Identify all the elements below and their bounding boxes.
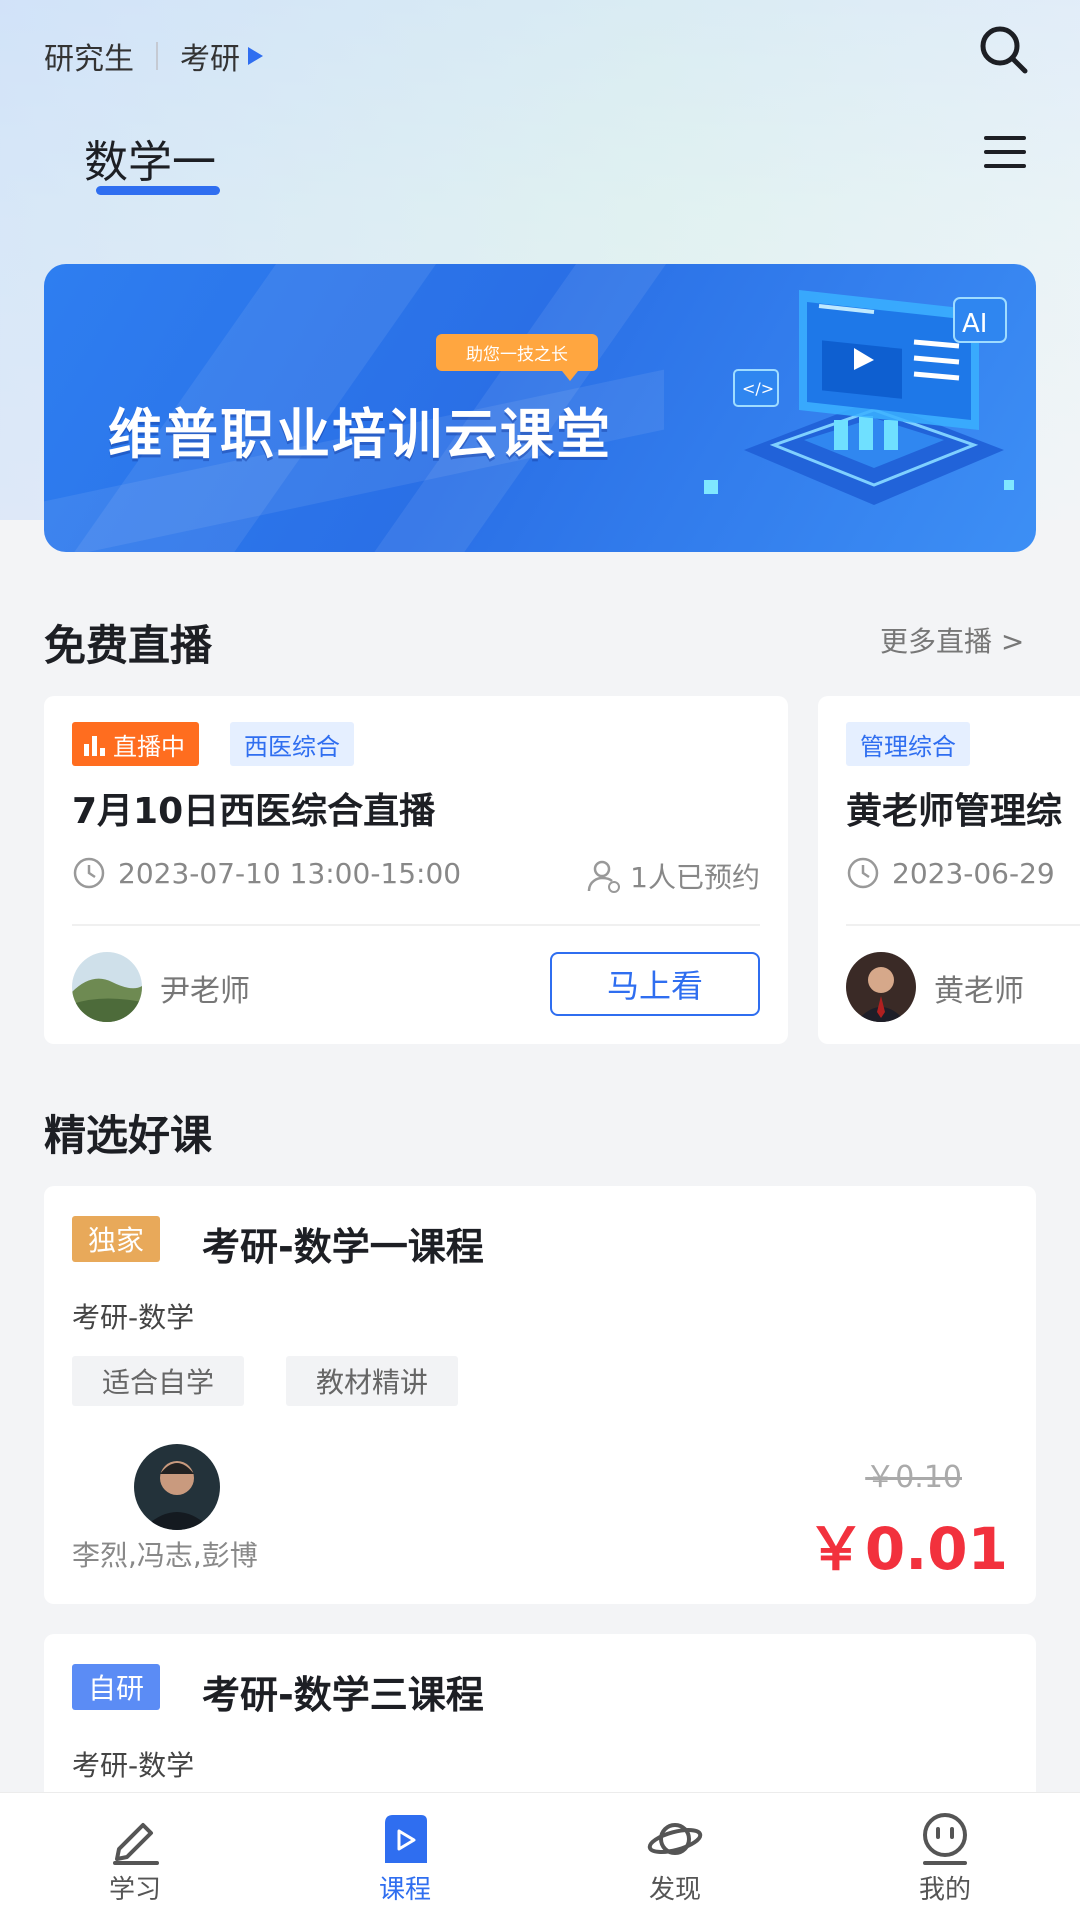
- tab-mine[interactable]: 我的: [810, 1793, 1080, 1920]
- course-title: 考研-数学三课程: [202, 1673, 484, 1717]
- smiley-icon: [923, 1813, 967, 1865]
- planet-icon: [647, 1823, 703, 1855]
- menu-icon[interactable]: [984, 136, 1026, 170]
- card-divider: [72, 924, 760, 926]
- live-time: 2023-07-10 13:00-15:00: [72, 856, 461, 890]
- live-bars-icon: [84, 732, 105, 756]
- pen-icon: [113, 1823, 159, 1865]
- search-icon[interactable]: [976, 22, 1032, 78]
- live-section-title: 免费直播: [44, 621, 213, 670]
- clock-icon: [847, 857, 879, 889]
- subject-tab[interactable]: 数学一: [84, 126, 216, 190]
- svg-text:</>: </>: [742, 379, 774, 398]
- teacher-avatar: [72, 952, 142, 1022]
- teacher-avatar: [134, 1444, 220, 1530]
- subject-tab-indicator: [96, 186, 220, 195]
- crumb-divider: [156, 42, 158, 70]
- courses-section-title: 精选好课: [44, 1111, 213, 1160]
- course-subtitle: 考研-数学: [72, 1749, 195, 1782]
- reservation-count: 1人已预约: [586, 856, 760, 896]
- teacher-name: 尹老师: [160, 974, 250, 1009]
- tab-discover[interactable]: 发现: [540, 1793, 810, 1920]
- play-triangle-icon[interactable]: [248, 47, 263, 65]
- current-price: ￥0.01: [806, 1515, 1008, 1583]
- teacher-avatar: [846, 952, 916, 1022]
- breadcrumb: 研究生 考研: [44, 34, 263, 78]
- crumb-kaoyan[interactable]: 考研: [180, 34, 240, 78]
- live-title: 黄老师管理综: [846, 791, 1063, 832]
- self-developed-badge: 自研: [72, 1664, 161, 1710]
- banner-title: 维普职业培训云课堂: [108, 403, 612, 466]
- more-live-link[interactable]: 更多直播 >: [880, 620, 1024, 660]
- live-card[interactable]: 管理综合 黄老师管理综 2023-06-29 黄老师: [818, 696, 1080, 1044]
- course-title: 考研-数学一课程: [202, 1225, 484, 1269]
- person-icon: [587, 860, 621, 893]
- course-tag: 教材精讲: [286, 1356, 459, 1406]
- tab-courses[interactable]: 课程: [270, 1793, 540, 1920]
- live-title: 7月10日西医综合直播: [72, 791, 436, 832]
- banner-tag: 助您一技之长: [436, 334, 598, 381]
- live-time: 2023-06-29: [846, 856, 1055, 890]
- watch-now-button[interactable]: 马上看: [550, 952, 760, 1016]
- teacher-name: 黄老师: [934, 974, 1024, 1009]
- course-teachers: 李烈,冯志,彭博: [72, 1539, 258, 1572]
- tab-study[interactable]: 学习: [0, 1793, 270, 1920]
- play-icon: [385, 1815, 427, 1863]
- category-tag: 西医综合: [230, 722, 354, 766]
- banner-illustration: AI </>: [704, 290, 1014, 505]
- course-card[interactable]: 独家 考研-数学一课程 考研-数学 适合自学 教材精讲 李烈,冯志,彭博 ￥0.…: [44, 1186, 1036, 1604]
- category-tag: 管理综合: [846, 722, 970, 766]
- live-card[interactable]: 直播中 西医综合 7月10日西医综合直播 2023-07-10 13:00-15…: [44, 696, 788, 1044]
- banner-ai-label: AI: [962, 309, 987, 339]
- promo-banner[interactable]: 助您一技之长 维普职业培训云课堂 AI </>: [44, 264, 1036, 552]
- clock-icon: [73, 857, 105, 889]
- course-tag: 适合自学: [72, 1356, 245, 1406]
- card-divider: [846, 924, 1080, 926]
- exclusive-badge: 独家: [72, 1216, 161, 1262]
- bottom-tab-bar: 学习 课程 发现 我的: [0, 1792, 1080, 1920]
- live-status-badge: 直播中: [72, 722, 199, 766]
- original-price: ￥0.10: [865, 1460, 962, 1495]
- course-subtitle: 考研-数学: [72, 1301, 195, 1334]
- crumb-graduate[interactable]: 研究生: [44, 34, 134, 78]
